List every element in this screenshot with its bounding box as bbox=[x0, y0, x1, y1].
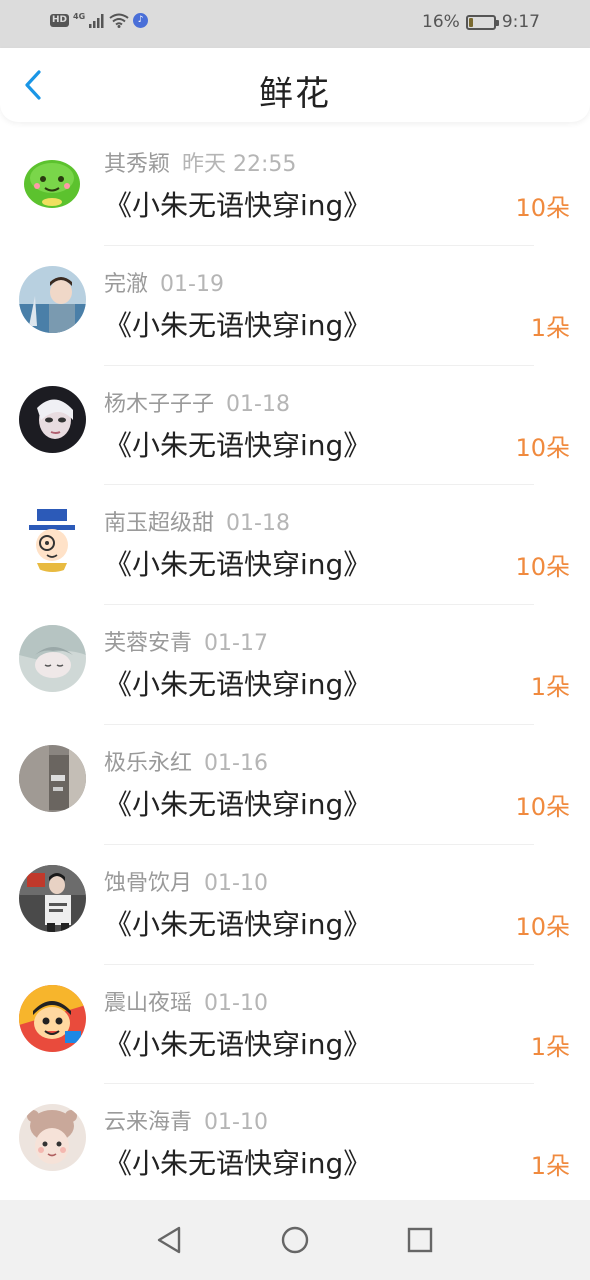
street-photo-avatar bbox=[19, 864, 86, 932]
sender-name: 完澈 bbox=[104, 271, 149, 297]
sent-date: 01-18 bbox=[226, 511, 290, 537]
child-hat-avatar bbox=[19, 1104, 86, 1172]
sender-meta: 极乐永红 01-16 bbox=[104, 745, 268, 777]
list-item[interactable]: 云来海青 01-10 《小朱无语快穿ing》 1朵 bbox=[0, 1084, 590, 1204]
book-title: 《小朱无语快穿ing》 bbox=[104, 668, 372, 702]
list-item[interactable]: 南玉超级甜 01-18 《小朱无语快穿ing》 10朵 bbox=[0, 485, 590, 606]
back-triangle-icon bbox=[157, 1226, 181, 1254]
list-item[interactable]: 芙蓉安青 01-17 《小朱无语快穿ing》 1朵 bbox=[0, 605, 590, 725]
home-circle-icon bbox=[281, 1226, 309, 1254]
battery-icon bbox=[465, 14, 499, 30]
sender-meta: 杨木子子子 01-18 bbox=[104, 386, 290, 418]
sender-name: 其秀颖 bbox=[104, 152, 171, 177]
nav-back-button[interactable] bbox=[149, 1220, 189, 1260]
avatar[interactable] bbox=[19, 505, 86, 573]
book-title: 《小朱无语快穿ing》 bbox=[104, 428, 372, 462]
sent-date: 01-17 bbox=[204, 631, 268, 657]
system-navbar bbox=[0, 1200, 590, 1280]
sender-name: 云来海青 bbox=[104, 1110, 193, 1136]
dark-portrait-avatar bbox=[19, 385, 86, 453]
list-item[interactable]: 蚀骨饮月 01-10 《小朱无语快穿ing》 10朵 bbox=[0, 845, 590, 965]
avatar[interactable] bbox=[19, 625, 86, 693]
clock: 9:17 bbox=[501, 12, 540, 32]
green-monster-avatar bbox=[19, 146, 86, 213]
sent-date: 01-19 bbox=[160, 271, 224, 297]
book-title: 《小朱无语快穿ing》 bbox=[104, 787, 372, 821]
book-title: 《小朱无语快穿ing》 bbox=[104, 308, 372, 342]
sent-date: 01-18 bbox=[226, 391, 290, 417]
flower-count: 10朵 bbox=[515, 433, 570, 462]
sender-name: 极乐永红 bbox=[104, 750, 193, 776]
status-left: HD 4G ♪ bbox=[50, 11, 149, 28]
avatar[interactable] bbox=[19, 265, 86, 333]
sent-date: 01-10 bbox=[204, 1110, 268, 1136]
sender-meta: 蚀骨饮月 01-10 bbox=[104, 865, 268, 897]
list-item[interactable]: 完澈 01-19 《小朱无语快穿ing》 1朵 bbox=[0, 246, 590, 366]
avatar[interactable] bbox=[19, 864, 86, 932]
list-item[interactable]: 其秀颖 昨天 22:55 《小朱无语快穿ing》 10朵 bbox=[0, 126, 590, 246]
book-title: 《小朱无语快穿ing》 bbox=[104, 907, 372, 941]
cartoon-hat-avatar bbox=[19, 505, 86, 573]
wifi-icon bbox=[109, 13, 129, 28]
music-icon: ♪ bbox=[133, 13, 149, 28]
sent-date: 01-16 bbox=[204, 750, 268, 776]
sender-meta: 完澈 01-19 bbox=[104, 266, 224, 298]
header: 鲜花 bbox=[0, 48, 590, 122]
flower-count: 10朵 bbox=[515, 912, 570, 941]
avatar[interactable] bbox=[19, 1104, 86, 1172]
flower-count: 10朵 bbox=[515, 194, 570, 222]
book-title: 《小朱无语快穿ing》 bbox=[104, 548, 372, 582]
sent-date: 昨天 22:55 bbox=[182, 152, 297, 177]
signal-icon bbox=[89, 13, 104, 28]
sent-date: 01-10 bbox=[204, 990, 268, 1016]
avatar[interactable] bbox=[19, 146, 86, 213]
book-title: 《小朱无语快穿ing》 bbox=[104, 189, 372, 222]
list-item[interactable]: 极乐永红 01-16 《小朱无语快穿ing》 10朵 bbox=[0, 725, 590, 845]
list-item[interactable]: 杨木子子子 01-18 《小朱无语快穿ing》 10朵 bbox=[0, 366, 590, 486]
sender-meta: 云来海青 01-10 bbox=[104, 1104, 268, 1136]
sender-meta: 芙蓉安青 01-17 bbox=[104, 625, 268, 657]
sender-meta: 南玉超级甜 01-18 bbox=[104, 505, 290, 537]
sender-name: 蚀骨饮月 bbox=[104, 870, 193, 896]
flower-count: 1朵 bbox=[530, 313, 570, 342]
sender-meta: 震山夜瑶 01-10 bbox=[104, 985, 268, 1017]
nav-recent-button[interactable] bbox=[400, 1220, 440, 1260]
sender-name: 南玉超级甜 bbox=[104, 511, 215, 537]
flower-count: 10朵 bbox=[515, 792, 570, 821]
avatar[interactable] bbox=[19, 385, 86, 453]
anime-sleeping-avatar bbox=[19, 625, 86, 693]
status-bar: HD 4G ♪ 16% 9:17 bbox=[0, 0, 590, 48]
sender-name: 杨木子子子 bbox=[104, 391, 215, 417]
book-title: 《小朱无语快穿ing》 bbox=[104, 1027, 372, 1061]
boy-seaside-avatar bbox=[19, 265, 86, 333]
recent-square-icon bbox=[407, 1227, 433, 1253]
orange-cartoon-avatar bbox=[19, 984, 86, 1052]
page-title: 鲜花 bbox=[259, 74, 331, 114]
flower-count: 1朵 bbox=[530, 1032, 570, 1061]
battery-percent: 16% bbox=[422, 12, 460, 32]
sender-name: 震山夜瑶 bbox=[104, 990, 193, 1016]
avatar[interactable] bbox=[19, 984, 86, 1052]
sender-name: 芙蓉安青 bbox=[104, 631, 193, 657]
hd-badge: HD bbox=[50, 14, 70, 27]
flower-list: 其秀颖 昨天 22:55 《小朱无语快穿ing》 10朵 完澈 01-19 《小朱无语快穿i… bbox=[0, 126, 590, 1204]
sent-date: 01-10 bbox=[204, 870, 268, 896]
flower-count: 1朵 bbox=[530, 673, 570, 702]
list-item[interactable]: 震山夜瑶 01-10 《小朱无语快穿ing》 1朵 bbox=[0, 965, 590, 1085]
status-right: 16% 9:17 bbox=[422, 12, 540, 32]
flower-count: 10朵 bbox=[515, 553, 570, 582]
book-title: 《小朱无语快穿ing》 bbox=[104, 1147, 372, 1181]
avatar[interactable] bbox=[19, 744, 86, 812]
sender-meta: 其秀颖 昨天 22:55 bbox=[104, 146, 296, 178]
nav-home-button[interactable] bbox=[275, 1220, 315, 1260]
battery-fill bbox=[468, 17, 473, 27]
flower-count: 1朵 bbox=[530, 1152, 570, 1181]
gray-photo-avatar bbox=[19, 744, 86, 812]
network-type: 4G bbox=[73, 11, 86, 21]
